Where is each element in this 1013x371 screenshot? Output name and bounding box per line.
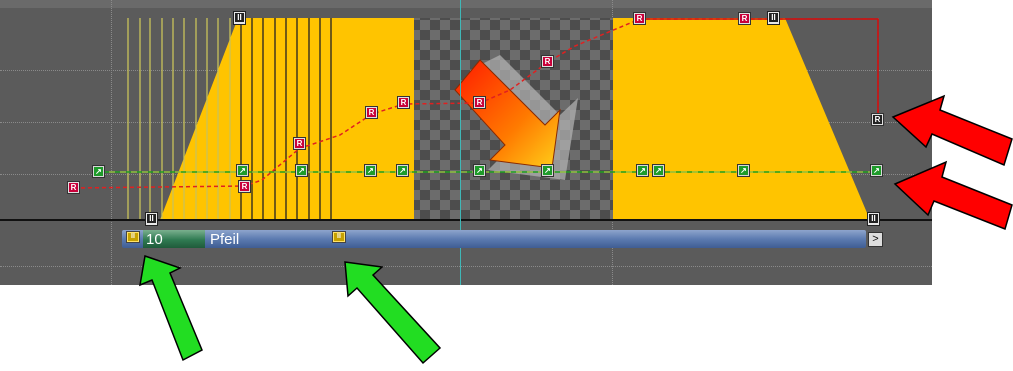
pause-marker-icon[interactable]: II	[233, 11, 246, 25]
position-key-icon[interactable]: ↗	[92, 165, 105, 178]
rotation-key-icon[interactable]: R	[541, 55, 554, 68]
timeline-panel: 10 Pfeil > II II II II II II R R R R R R…	[0, 0, 932, 285]
rotation-key-icon[interactable]: R	[238, 180, 251, 193]
position-key-icon[interactable]: ↗	[652, 164, 665, 177]
rotation-key-icon[interactable]: R	[633, 12, 646, 25]
pause-marker-icon[interactable]: II	[332, 231, 346, 243]
position-key-icon[interactable]: ↗	[364, 164, 377, 177]
rotation-key-icon[interactable]: R	[293, 137, 306, 150]
end-arrow-icon[interactable]: >	[868, 232, 883, 247]
position-key-icon[interactable]: ↗	[870, 164, 883, 177]
pause-marker-icon[interactable]: II	[145, 212, 158, 226]
rotation-key-icon[interactable]: R	[365, 106, 378, 119]
track-number-label: 10	[146, 231, 163, 248]
rotation-key-icon[interactable]: R	[871, 113, 884, 126]
position-key-icon[interactable]: ↗	[737, 164, 750, 177]
position-key-icon[interactable]: ↗	[636, 164, 649, 177]
position-key-icon[interactable]: ↗	[236, 164, 249, 177]
pause-marker-icon[interactable]: II	[767, 11, 780, 25]
rotation-key-icon[interactable]: R	[738, 12, 751, 25]
position-key-icon[interactable]: ↗	[295, 164, 308, 177]
rotation-key-icon[interactable]: R	[67, 181, 80, 194]
rotation-key-icon[interactable]: R	[473, 96, 486, 109]
position-key-icon[interactable]: ↗	[473, 164, 486, 177]
track-name-label: Pfeil	[210, 231, 240, 248]
position-key-icon[interactable]: ↗	[396, 164, 409, 177]
position-key-icon[interactable]: ↗	[541, 164, 554, 177]
pause-marker-icon[interactable]: II	[126, 231, 140, 243]
pause-marker-icon[interactable]: II	[867, 212, 880, 226]
rotation-key-icon[interactable]: R	[397, 96, 410, 109]
